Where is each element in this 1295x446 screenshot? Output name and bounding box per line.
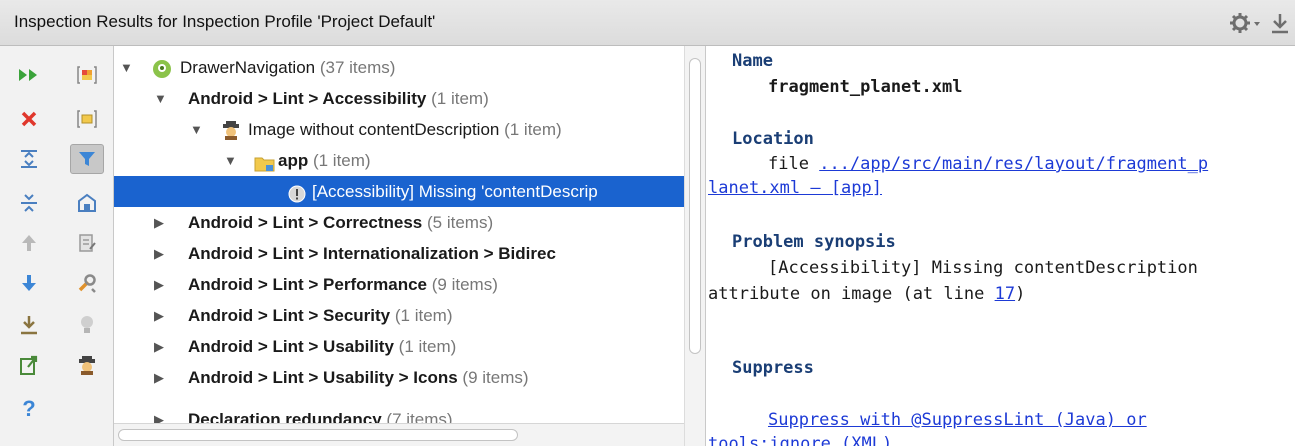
group-count: (1 item) [431, 89, 489, 108]
location-line: file .../app/src/main/res/layout/fragmen… [768, 152, 1208, 176]
pin-down-icon[interactable] [1268, 9, 1292, 37]
chevron-down-icon[interactable]: ▼ [224, 145, 237, 176]
collapse-all-icon[interactable] [12, 188, 46, 218]
synopsis-line-2: attribute on image (at line 17) [708, 282, 1025, 306]
group-count: (1 item) [504, 120, 562, 139]
inspection-toolbar: ? [0, 46, 114, 446]
chevron-right-icon[interactable]: ▶ [154, 300, 164, 331]
next-problem-icon[interactable] [12, 268, 46, 298]
tool-window-title: Inspection Results for Inspection Profil… [14, 12, 436, 31]
tree-row-problem-selected[interactable]: [Accessibility] Missing 'contentDescrip [114, 176, 684, 207]
chevron-right-icon[interactable]: ▶ [154, 331, 164, 362]
group-label: Image without contentDescription [248, 120, 500, 139]
autoscroll-icon[interactable] [70, 188, 104, 218]
group-count: (1 item) [394, 306, 453, 325]
tree-row-root[interactable]: ▼ DrawerNavigation (37 items) [114, 52, 684, 83]
suppress-link-continued[interactable]: tools:ignore (XML) [708, 432, 892, 446]
tree-row-correctness[interactable]: ▶ Android > Lint > Correctness (5 items) [114, 207, 684, 238]
group-count: (9 items) [431, 275, 498, 294]
previous-problem-icon[interactable] [12, 228, 46, 258]
group-label: app [278, 151, 309, 170]
group-label: Android > Lint > Correctness [188, 213, 423, 232]
expand-all-icon[interactable] [12, 144, 46, 174]
close-icon[interactable] [12, 104, 46, 134]
chevron-right-icon[interactable]: ▶ [154, 362, 164, 393]
scrollbar-thumb[interactable] [689, 58, 701, 354]
line-number-link[interactable]: 17 [995, 284, 1015, 304]
suppress-link[interactable]: Suppress with @SuppressLint (Java) or [768, 408, 1147, 432]
tree-row-security[interactable]: ▶ Android > Lint > Security (1 item) [114, 300, 684, 331]
group-label: Android > Lint > Usability [188, 337, 394, 356]
tree-row-app[interactable]: ▼ app (1 item) [114, 145, 684, 176]
tree-row-usability[interactable]: ▶ Android > Lint > Usability (1 item) [114, 331, 684, 362]
group-by-directory-icon[interactable] [70, 104, 104, 134]
group-by-severity-icon[interactable] [70, 60, 104, 90]
group-count: (9 items) [462, 368, 529, 387]
group-label: Android > Lint > Internationalization > … [188, 244, 556, 263]
suppress-agent-icon[interactable] [70, 350, 104, 380]
chevron-down-icon[interactable]: ▼ [154, 83, 167, 114]
tree-row-performance[interactable]: ▶ Android > Lint > Performance (9 items) [114, 269, 684, 300]
filter-icon[interactable] [70, 144, 104, 174]
synopsis-text: attribute on image (at line [708, 284, 985, 304]
tree-row-usability-icons[interactable]: ▶ Android > Lint > Usability > Icons (9 … [114, 362, 684, 393]
problems-tree[interactable]: ▼ DrawerNavigation (37 items) ▼ Android … [114, 46, 684, 446]
gear-icon[interactable] [1228, 9, 1262, 37]
tree-root-count: (37 items) [319, 58, 396, 77]
tool-window-header: Inspection Results for Inspection Profil… [0, 0, 1295, 46]
open-source-icon[interactable] [12, 350, 46, 380]
scrollbar-thumb[interactable] [118, 429, 518, 441]
synopsis-close: ) [1015, 284, 1026, 304]
synopsis-line-1: [Accessibility] Missing contentDescripti… [768, 258, 1198, 278]
tree-row-image-group[interactable]: ▼ Image without contentDescription (1 it… [114, 114, 684, 145]
tree-vertical-scrollbar[interactable] [684, 46, 706, 446]
problem-details-pane: Name fragment_planet.xml Location file .… [706, 46, 1295, 446]
tree-row-internationalization[interactable]: ▶ Android > Lint > Internationalization … [114, 238, 684, 269]
chevron-right-icon[interactable]: ▶ [154, 238, 164, 269]
group-count: (1 item) [398, 337, 457, 356]
export-icon[interactable] [12, 310, 46, 340]
name-value: fragment_planet.xml [768, 77, 963, 97]
problem-label: [Accessibility] Missing 'contentDescrip [312, 182, 598, 201]
group-label: Android > Lint > Performance [188, 275, 427, 294]
suppress-heading: Suppress [732, 358, 814, 378]
group-label: Android > Lint > Security [188, 306, 391, 325]
preview-icon[interactable] [70, 228, 104, 258]
tree-row-accessibility[interactable]: ▼ Android > Lint > Accessibility (1 item… [114, 83, 684, 114]
name-heading: Name [732, 51, 773, 71]
chevron-right-icon[interactable]: ▶ [154, 207, 164, 238]
chevron-right-icon[interactable]: ▶ [154, 269, 164, 300]
help-icon[interactable]: ? [12, 394, 46, 424]
chevron-down-icon[interactable]: ▼ [190, 114, 203, 145]
tree-root-label: DrawerNavigation [180, 58, 316, 77]
group-count: (1 item) [312, 151, 371, 170]
group-label: Android > Lint > Accessibility [188, 89, 427, 108]
synopsis-heading: Problem synopsis [732, 232, 896, 252]
rerun-icon[interactable] [12, 60, 46, 90]
tree-horizontal-scrollbar[interactable] [114, 423, 684, 446]
quick-fix-icon[interactable] [70, 310, 104, 340]
location-heading: Location [732, 129, 814, 149]
location-link[interactable]: .../app/src/main/res/layout/fragment_p [819, 154, 1208, 174]
settings-wrench-icon[interactable] [70, 268, 104, 298]
group-count: (5 items) [427, 213, 494, 232]
chevron-down-icon[interactable]: ▼ [120, 52, 133, 83]
group-label: Android > Lint > Usability > Icons [188, 368, 458, 387]
location-prefix: file [768, 154, 809, 174]
location-link-continued[interactable]: lanet.xml – [app] [708, 176, 882, 200]
